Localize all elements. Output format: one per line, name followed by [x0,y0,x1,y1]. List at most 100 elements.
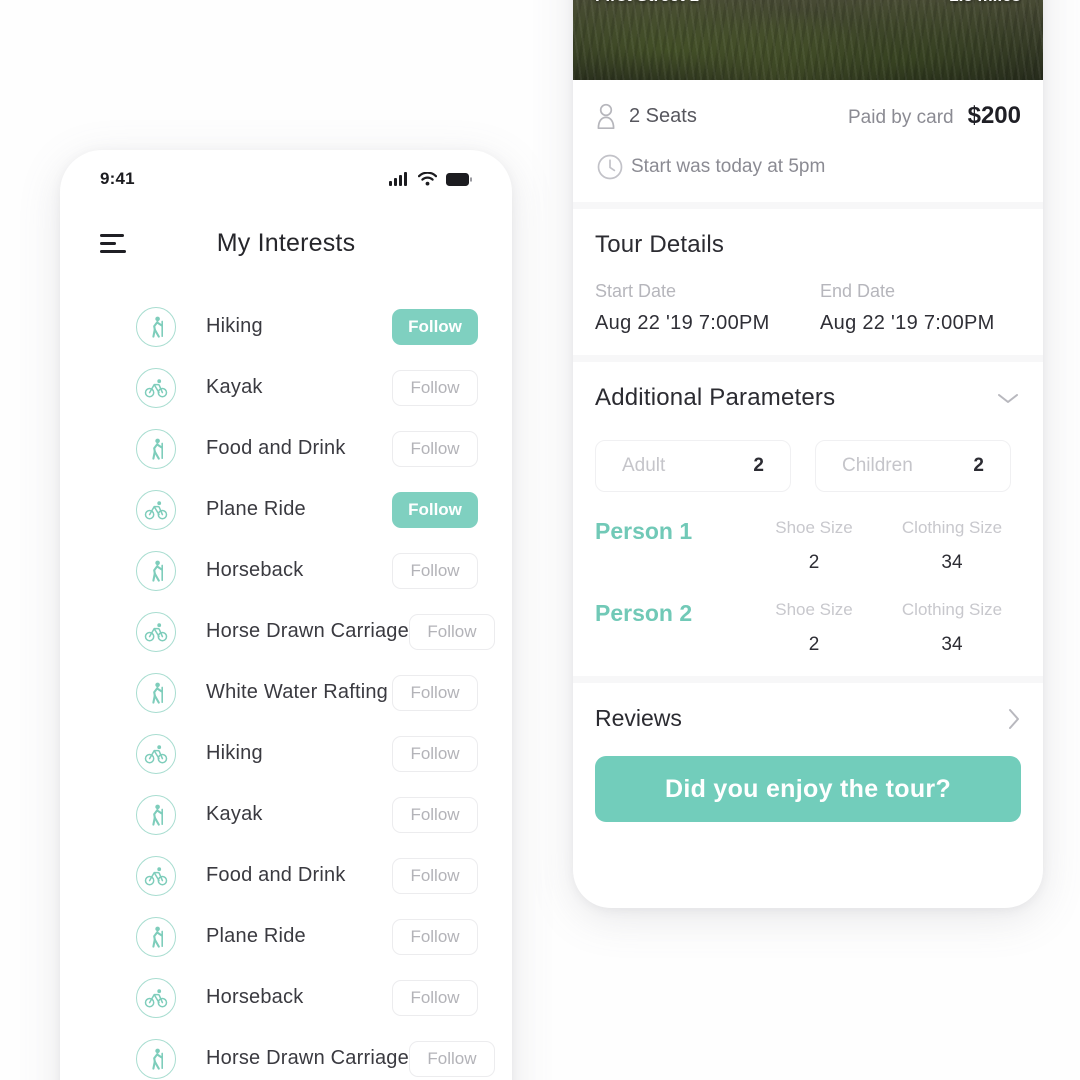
bicycle-icon [144,500,168,519]
interest-icon-badge [136,550,176,591]
counter-label: Adult [622,455,666,476]
counter-value: 2 [753,455,764,476]
interest-row[interactable]: White Water Rafting Follow [60,662,512,723]
section-divider [573,676,1043,683]
reviews-row[interactable]: Reviews [595,705,1021,732]
bicycle-icon [144,744,168,763]
follow-button[interactable]: Follow [392,796,478,833]
interest-row[interactable]: Food and Drink Follow [60,418,512,479]
clothing-size-label: Clothing Size [901,600,1003,619]
follow-button[interactable]: Follow [392,308,478,345]
interest-label: Hiking [206,742,263,764]
follow-button[interactable]: Follow [392,918,478,955]
bicycle-icon [144,866,168,885]
follow-button[interactable]: Follow [392,735,478,772]
interest-label: White Water Rafting [206,681,389,703]
reviews-label: Reviews [595,705,682,731]
interest-label: Horseback [206,986,304,1008]
seats-row: 2 Seats Paid by card $200 [595,102,1021,130]
nav-bar: My Interests [60,208,512,278]
follow-button[interactable]: Follow [408,1040,495,1077]
person-row: Person 1 Shoe Size 2 Clothing Size 34 [595,518,1021,574]
shoe-size-value: 2 [808,552,820,573]
additional-parameters-header[interactable]: Additional Parameters [595,384,1021,412]
hiker-icon [152,682,163,704]
counter-adult[interactable]: Adult 2 [595,440,791,492]
interest-icon-badge [136,428,176,469]
hamburger-line [100,241,116,245]
hamburger-menu-icon[interactable] [100,233,126,253]
follow-button[interactable]: Follow [392,674,478,711]
interest-label: Plane Ride [206,498,306,520]
interest-row[interactable]: Kayak Follow [60,784,512,845]
interest-icon-badge [136,306,176,347]
chevron-right-icon[interactable] [1007,707,1021,731]
end-date-field: End Date Aug 22 '19 7:00PM [796,281,1021,335]
chevron-down-icon[interactable] [995,390,1021,406]
cellular-signal-icon [389,172,407,186]
tour-detail-phone-frame: Hiking title hiking title hiking naming … [573,0,1043,908]
booking-summary-section: 2 Seats Paid by card $200 Start was toda… [573,80,1043,202]
end-date-label: End Date [820,281,896,301]
follow-button[interactable]: Follow [392,430,478,467]
tour-distance: 1.3 miles [949,0,1021,6]
interest-icon-badge [136,733,176,774]
party-counters: Adult 2 Children 2 [595,440,1021,492]
hiker-icon [152,560,163,582]
tour-hero-image: Hiking title hiking title hiking naming … [573,0,1043,80]
interest-label: Horse Drawn Carriage [206,620,409,642]
interest-icon-badge [136,916,176,957]
interest-label: Horseback [206,559,304,581]
clock-icon [597,154,623,180]
follow-button[interactable]: Follow [408,613,495,650]
interest-row[interactable]: Horse Drawn Carriage Follow [60,601,512,662]
interest-row[interactable]: Plane Ride Follow [60,479,512,540]
interest-row[interactable]: Plane Ride Follow [60,906,512,967]
interest-label: Kayak [206,803,263,825]
interest-row[interactable]: Horse Drawn Carriage Follow [60,1028,512,1080]
person-name: Person 2 [595,600,693,626]
shoe-size-value: 2 [808,634,820,655]
interest-icon-badge [136,794,176,835]
hero-subline: First Street 1 1.3 miles [595,0,1021,6]
follow-button[interactable]: Follow [392,491,478,528]
clothing-size-value: 34 [941,634,963,655]
interests-list: Hiking Follow Kayak Follow Food and Drink Fol… [60,278,512,1080]
clothing-size-value: 34 [941,552,963,573]
payment-group: Paid by card $200 [848,102,1021,130]
counter-value: 2 [973,455,984,476]
additional-parameters-section: Additional Parameters Adult 2 Children 2 Pe… [573,362,1043,676]
interests-phone-frame: 9:41 My Interests Hiking Follow Kayak Fo… [60,150,512,1080]
bicycle-icon [144,622,168,641]
seats-count: 2 Seats [629,104,697,127]
screenshot-canvas: 9:41 My Interests Hiking Follow Kayak Fo… [0,0,1080,1080]
interest-row[interactable]: Horseback Follow [60,540,512,601]
interest-label: Horse Drawn Carriage [206,1047,409,1069]
follow-button[interactable]: Follow [392,857,478,894]
interest-row[interactable]: Food and Drink Follow [60,845,512,906]
interest-row[interactable]: Kayak Follow [60,357,512,418]
end-date-value: Aug 22 '19 7:00PM [820,312,995,334]
start-time-row: Start was today at 5pm [595,152,1021,182]
follow-button[interactable]: Follow [392,552,478,589]
clothing-size-label: Clothing Size [901,518,1003,537]
status-bar: 9:41 [60,150,512,208]
tour-dates: Start Date Aug 22 '19 7:00PM End Date Au… [595,281,1021,335]
hamburger-line [100,233,124,237]
interest-row[interactable]: Hiking Follow [60,296,512,357]
start-date-field: Start Date Aug 22 '19 7:00PM [595,281,796,335]
interest-row[interactable]: Horseback Follow [60,967,512,1028]
interest-icon-badge [136,367,176,408]
follow-button[interactable]: Follow [392,979,478,1016]
interest-label: Hiking [206,315,263,337]
person-seat-icon [597,103,615,129]
enjoy-tour-button[interactable]: Did you enjoy the tour? [595,756,1021,822]
payment-method-label: Paid by card [847,107,954,128]
shoe-size-label: Shoe Size [775,600,853,619]
interest-row[interactable]: Hiking Follow [60,723,512,784]
additional-parameters-title: Additional Parameters [595,384,836,411]
status-bar-time: 9:41 [100,169,135,188]
follow-button[interactable]: Follow [392,369,478,406]
interest-icon-badge [136,611,176,652]
counter-children[interactable]: Children 2 [815,440,1011,492]
